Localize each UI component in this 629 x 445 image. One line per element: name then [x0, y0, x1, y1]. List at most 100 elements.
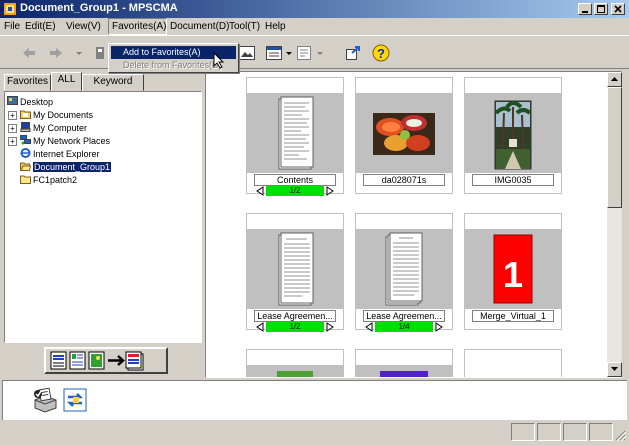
scroll-down-icon: [611, 367, 618, 371]
window-title: Document_Group1 - MPSCMA: [20, 2, 178, 14]
list-view-icon[interactable]: [265, 44, 283, 62]
thumbnail-card[interactable]: 1 Merge_Virtual_1: [464, 213, 562, 330]
menu-tool[interactable]: Tool(T): [229, 21, 260, 32]
export-icon[interactable]: [344, 44, 362, 62]
page-navigator: 1/4: [364, 322, 444, 332]
menu-file[interactable]: File: [4, 21, 20, 32]
status-cell: [589, 423, 613, 441]
close-button[interactable]: [611, 3, 625, 15]
card-header: [356, 214, 452, 229]
card-header: [465, 350, 561, 365]
mpscma-app-icon: [4, 3, 16, 15]
print-icon[interactable]: [31, 386, 59, 414]
merge-number: 1: [502, 254, 524, 295]
scroll-up-icon: [611, 77, 618, 81]
tree-label: FC1patch2: [33, 175, 78, 185]
scroll-up-button[interactable]: [607, 72, 622, 87]
menu-help[interactable]: Help: [265, 21, 286, 32]
thumbnail-card[interactable]: Lease Agreemen... 1/2: [246, 213, 344, 332]
thumbnail-name: Contents: [254, 174, 336, 186]
svg-text:?: ?: [377, 46, 385, 61]
page-navigator: 1/2: [255, 322, 335, 332]
list-view-dropdown-icon[interactable]: [285, 44, 293, 62]
expand-my-documents[interactable]: +: [8, 111, 17, 120]
dropdown-arrow-icon[interactable]: [74, 44, 84, 62]
minimize-button[interactable]: [578, 3, 592, 15]
menu-view[interactable]: View(V): [66, 21, 101, 32]
page-indicator: 1/2: [266, 186, 324, 196]
thumbnail-image: 1: [465, 229, 561, 309]
tool-icon[interactable]: [93, 44, 109, 62]
tree-node-my-computer[interactable]: My Computer: [20, 122, 87, 134]
status-bar: [0, 421, 629, 445]
thumbnail-image: [356, 229, 452, 309]
prev-page-icon[interactable]: [255, 186, 265, 196]
thumbnail-image: [247, 365, 343, 377]
desktop-icon: [7, 96, 18, 105]
thumbnail-image: [247, 93, 343, 173]
tab-all[interactable]: ALL: [51, 72, 82, 91]
page-indicator: 1/4: [375, 322, 433, 332]
tree-label: Document_Group1: [33, 162, 112, 172]
folder-icon: [20, 175, 31, 184]
menu-document[interactable]: Document(D): [170, 21, 229, 32]
tab-keyword[interactable]: Keyword: [82, 74, 144, 91]
thumbnail-name: da028071s: [363, 174, 445, 186]
mouse-cursor-icon: [213, 52, 225, 69]
next-page-icon[interactable]: [434, 322, 444, 332]
page-indicator: 1/2: [266, 322, 324, 332]
document-page-icon: [385, 232, 423, 306]
maximize-button[interactable]: [594, 3, 608, 15]
next-page-icon[interactable]: [325, 186, 335, 196]
menu-edit[interactable]: Edit(E): [25, 21, 56, 32]
document-view-dropdown-icon[interactable]: [316, 44, 324, 62]
tree-label: My Network Places: [33, 136, 111, 146]
page-navigator: 1/2: [255, 186, 335, 196]
tree-label: Internet Explorer: [33, 149, 100, 159]
bottom-action-bar: [2, 380, 627, 420]
tree-node-desktop[interactable]: Desktop: [7, 96, 53, 108]
tab-favorites[interactable]: Favorites: [4, 74, 51, 91]
expand-my-network-places[interactable]: +: [8, 137, 17, 146]
thumbnail-card[interactable]: [464, 349, 562, 377]
tree-node-fc1patch2[interactable]: FC1patch2: [20, 174, 77, 186]
forward-arrow-icon[interactable]: [47, 44, 65, 62]
prev-page-icon[interactable]: [364, 322, 374, 332]
thumbnail-card[interactable]: da028071s: [355, 77, 453, 194]
tree-label: Desktop: [20, 97, 54, 107]
tree-label: My Computer: [33, 123, 88, 133]
maximize-icon: [597, 5, 605, 13]
thumbnail-card[interactable]: Lease Agreemen... 1/4: [355, 213, 453, 332]
thumbnail-card[interactable]: [355, 349, 453, 377]
back-arrow-icon[interactable]: [20, 44, 38, 62]
thumbnail-card[interactable]: Contents 1/2: [246, 77, 344, 196]
thumbnail-name: Merge_Virtual_1: [472, 310, 554, 322]
image-view-icon[interactable]: [238, 44, 256, 62]
tree-node-my-documents[interactable]: My Documents: [20, 109, 93, 121]
status-cell: [563, 423, 587, 441]
thumbnail-card[interactable]: [246, 349, 344, 377]
document-convert-button[interactable]: [44, 347, 168, 374]
menu-favorites[interactable]: Favorites(A): [112, 21, 166, 32]
my-documents-icon: [20, 110, 31, 119]
document-view-icon[interactable]: [295, 44, 313, 62]
fruit-photo: [373, 113, 435, 155]
tree-node-my-network-places[interactable]: My Network Places: [20, 135, 110, 147]
scrollbar-thumb[interactable]: [607, 87, 622, 208]
my-computer-icon: [20, 122, 31, 132]
vertical-scrollbar[interactable]: [607, 72, 622, 377]
prev-page-icon[interactable]: [255, 322, 265, 332]
tree-node-internet-explorer[interactable]: Internet Explorer: [20, 148, 100, 160]
thumbnail-pane: Contents 1/2 da028071s IMG0035 Lease Agr…: [205, 71, 622, 378]
resize-grip-icon[interactable]: [614, 429, 626, 441]
refresh-link-icon[interactable]: [61, 386, 89, 414]
next-page-icon[interactable]: [325, 322, 335, 332]
expand-my-computer[interactable]: +: [8, 124, 17, 133]
tree-node-document-group1[interactable]: Document_Group1: [20, 161, 112, 173]
internet-explorer-icon: [20, 148, 31, 158]
thumbnail-card[interactable]: IMG0035: [464, 77, 562, 194]
title-bar[interactable]: Document_Group1 - MPSCMA: [0, 0, 629, 18]
help-icon[interactable]: ?: [371, 44, 391, 62]
scroll-down-button[interactable]: [607, 362, 622, 377]
document-page-icon: [278, 96, 314, 170]
